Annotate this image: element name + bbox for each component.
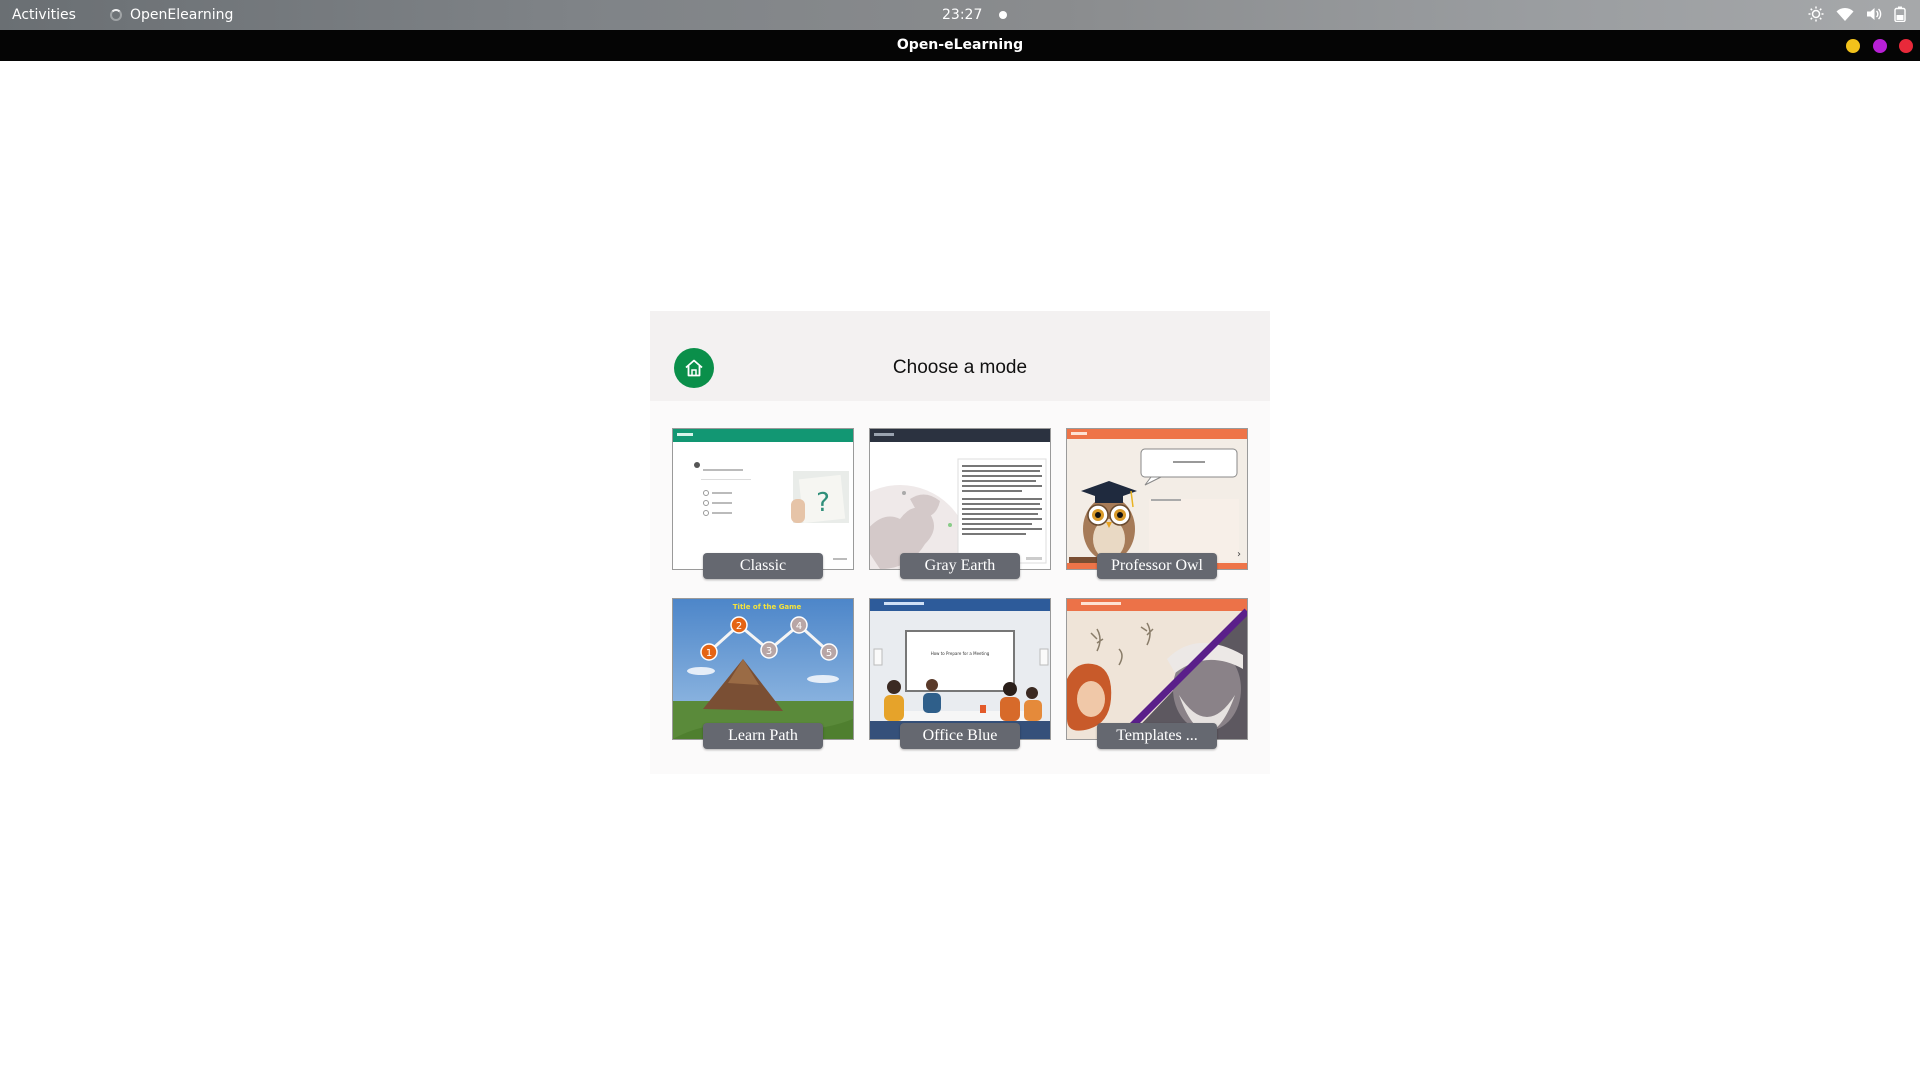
brightness-icon[interactable] bbox=[1808, 6, 1824, 22]
minimize-button[interactable] bbox=[1846, 39, 1860, 53]
mode-label-templates: Templates ... bbox=[1097, 723, 1217, 749]
wifi-icon[interactable] bbox=[1836, 6, 1854, 22]
app-menu[interactable]: OpenElearning bbox=[110, 7, 233, 23]
mode-label-learn-path: Learn Path bbox=[703, 723, 823, 749]
close-button[interactable] bbox=[1899, 39, 1913, 53]
system-tray[interactable] bbox=[1808, 6, 1906, 22]
window-title: Open-eLearning bbox=[896, 37, 1024, 53]
volume-icon[interactable] bbox=[1866, 6, 1882, 22]
learn-path-step-4: 4 bbox=[796, 621, 802, 632]
gray-earth-thumbnail bbox=[870, 429, 1050, 569]
mode-card-learn-path[interactable]: Title of the Game 1 2 3 4 5 Learn Path bbox=[672, 598, 854, 749]
window-title-bar: Open-eLearning bbox=[0, 30, 1920, 61]
mode-label-gray-earth: Gray Earth bbox=[900, 553, 1020, 579]
notification-dot-icon bbox=[999, 11, 1007, 19]
clock[interactable]: 23:27 bbox=[942, 7, 982, 23]
battery-icon[interactable] bbox=[1894, 6, 1906, 22]
learn-path-thumbnail: Title of the Game 1 2 3 4 5 bbox=[673, 599, 853, 739]
learn-path-title: Title of the Game bbox=[733, 603, 802, 611]
mode-label-classic: Classic bbox=[703, 553, 823, 579]
mode-card-classic[interactable]: ? Classic bbox=[672, 428, 854, 579]
svg-text:›: › bbox=[1237, 549, 1241, 560]
app-menu-label: OpenElearning bbox=[130, 7, 234, 23]
loading-spinner-icon bbox=[110, 9, 122, 21]
classic-thumbnail: ? bbox=[673, 429, 853, 569]
mode-card-office-blue[interactable]: How to Prepare for a Meeting Office Blue bbox=[869, 598, 1051, 749]
activities-button[interactable]: Activities bbox=[12, 7, 76, 23]
mode-card-gray-earth[interactable]: Gray Earth bbox=[869, 428, 1051, 579]
svg-text:?: ? bbox=[816, 488, 830, 518]
dialog-header: Choose a mode bbox=[650, 311, 1270, 401]
learn-path-step-5: 5 bbox=[826, 648, 832, 659]
learn-path-step-2: 2 bbox=[736, 621, 742, 632]
system-top-bar: Activities OpenElearning 23:27 bbox=[0, 0, 1920, 30]
mode-label-office-blue: Office Blue bbox=[900, 723, 1020, 749]
choose-mode-dialog: Choose a mode ? Classic Gray Earth › Pro… bbox=[650, 311, 1270, 774]
office-blue-thumbnail: How to Prepare for a Meeting bbox=[870, 599, 1050, 739]
dialog-title: Choose a mode bbox=[892, 357, 1028, 378]
mode-label-professor-owl: Professor Owl bbox=[1097, 553, 1217, 579]
templates-thumbnail bbox=[1067, 599, 1247, 739]
professor-owl-thumbnail: › bbox=[1067, 429, 1247, 569]
learn-path-step-3: 3 bbox=[766, 646, 772, 657]
mode-card-templates[interactable]: Templates ... bbox=[1066, 598, 1248, 749]
learn-path-step-1: 1 bbox=[706, 648, 712, 659]
maximize-button[interactable] bbox=[1873, 39, 1887, 53]
mode-card-professor-owl[interactable]: › Professor Owl bbox=[1066, 428, 1248, 579]
office-blue-slide-title: How to Prepare for a Meeting bbox=[931, 651, 990, 656]
